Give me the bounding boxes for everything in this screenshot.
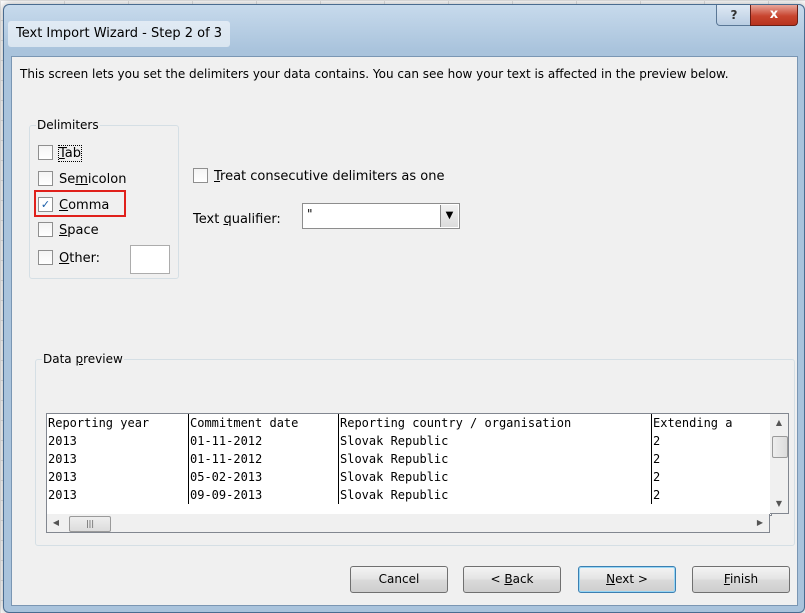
- consecutive-delimiters-label: Treat consecutive delimiters as one: [214, 169, 445, 184]
- preview-cell: 01-11-2012: [188, 450, 339, 468]
- intro-text: This screen lets you set the delimiters …: [20, 67, 729, 81]
- preview-cell: 2: [653, 434, 661, 448]
- preview-row: 2013 05-02-2013 Slovak Republic 2: [47, 468, 763, 486]
- preview-header-row: Reporting year Commitment date Reporting c…: [47, 414, 763, 432]
- scroll-left-icon[interactable]: ◀: [47, 514, 65, 532]
- horizontal-scroll-thumb[interactable]: |||: [69, 516, 111, 532]
- semicolon-checkbox[interactable]: Semicolon: [38, 171, 127, 188]
- help-button[interactable]: ?: [716, 5, 752, 26]
- preview-cell: Extending a: [653, 416, 733, 430]
- text-qualifier-label: Text qualifier:: [193, 212, 281, 227]
- semicolon-label: Semicolon: [59, 172, 127, 187]
- consecutive-delimiters-checkbox[interactable]: Treat consecutive delimiters as one: [193, 168, 445, 185]
- comma-label: Comma: [59, 198, 110, 213]
- next-button[interactable]: Next >: [578, 566, 676, 593]
- dialog-body: This screen lets you set the delimiters …: [11, 56, 798, 606]
- space-label: Space: [59, 223, 99, 238]
- preview-cell: 2013: [47, 486, 189, 504]
- data-preview-grid[interactable]: Reporting year Commitment date Reporting c…: [46, 413, 772, 516]
- text-qualifier-value: ": [307, 207, 313, 221]
- preview-cell: 2: [653, 470, 661, 484]
- data-preview-table: Reporting year Commitment date Reporting c…: [47, 414, 763, 504]
- finish-button[interactable]: Finish: [692, 566, 790, 593]
- scroll-right-icon[interactable]: ▶: [751, 514, 769, 532]
- help-icon: ?: [730, 8, 738, 22]
- preview-cell: 01-11-2012: [188, 432, 339, 450]
- preview-cell: 09-09-2013: [188, 486, 339, 504]
- other-delimiter-input[interactable]: [130, 245, 170, 274]
- preview-cell: Slovak Republic: [338, 468, 652, 486]
- close-icon: x: [769, 7, 779, 22]
- text-import-wizard-dialog: Text Import Wizard - Step 2 of 3 ? x Thi…: [3, 4, 805, 613]
- delimiters-group-label: Delimiters: [36, 117, 100, 133]
- data-preview-label: Data preview: [42, 351, 124, 367]
- space-checkbox[interactable]: Space: [38, 222, 99, 239]
- scroll-up-icon[interactable]: ▲: [770, 414, 788, 432]
- back-button[interactable]: < Back: [463, 566, 561, 593]
- cancel-button[interactable]: Cancel: [350, 566, 448, 593]
- semicolon-checkbox-box[interactable]: [38, 171, 53, 186]
- dropdown-arrow-icon[interactable]: ▼: [440, 205, 458, 227]
- preview-cell: Slovak Republic: [338, 432, 652, 450]
- dialog-title: Text Import Wizard - Step 2 of 3: [8, 21, 231, 47]
- preview-cell: Commitment date: [188, 414, 339, 432]
- preview-cell: 2: [653, 488, 661, 502]
- scroll-down-icon[interactable]: ▼: [770, 495, 788, 513]
- grip-icon: |||: [85, 519, 95, 528]
- close-button[interactable]: x: [750, 5, 798, 26]
- preview-cell: Slovak Republic: [338, 450, 652, 468]
- comma-checkbox[interactable]: ✓ Comma: [38, 197, 110, 214]
- other-checkbox-box[interactable]: [38, 250, 53, 265]
- other-checkbox[interactable]: Other:: [38, 250, 101, 267]
- vertical-scroll-thumb[interactable]: [772, 436, 788, 458]
- other-label: Other:: [59, 251, 101, 266]
- text-qualifier-select[interactable]: " ▼: [302, 203, 460, 229]
- preview-cell: Slovak Republic: [338, 486, 652, 504]
- preview-row: 2013 01-11-2012 Slovak Republic 2: [47, 450, 763, 468]
- tab-checkbox-box[interactable]: [38, 145, 53, 160]
- preview-cell: 2: [653, 452, 661, 466]
- space-checkbox-box[interactable]: [38, 222, 53, 237]
- comma-checkbox-box[interactable]: ✓: [38, 197, 53, 212]
- tab-label: Tab: [57, 145, 83, 162]
- preview-cell: Reporting year: [47, 414, 189, 432]
- preview-cell: 2013: [47, 468, 189, 486]
- preview-row: 2013 09-09-2013 Slovak Republic 2: [47, 486, 763, 504]
- preview-cell: Reporting country / organisation: [338, 414, 652, 432]
- check-icon: ✓: [40, 198, 51, 211]
- preview-vertical-scrollbar[interactable]: ▲ ▼: [770, 413, 789, 514]
- preview-cell: 2013: [47, 432, 189, 450]
- tab-checkbox[interactable]: Tab: [38, 145, 83, 162]
- title-bar: Text Import Wizard - Step 2 of 3 ? x: [4, 5, 804, 51]
- preview-row: 2013 01-11-2012 Slovak Republic 2: [47, 432, 763, 450]
- preview-horizontal-scrollbar[interactable]: ◀ ||| ▶: [46, 514, 770, 533]
- consecutive-delimiters-checkbox-box[interactable]: [193, 168, 208, 183]
- preview-cell: 2013: [47, 450, 189, 468]
- preview-cell: 05-02-2013: [188, 468, 339, 486]
